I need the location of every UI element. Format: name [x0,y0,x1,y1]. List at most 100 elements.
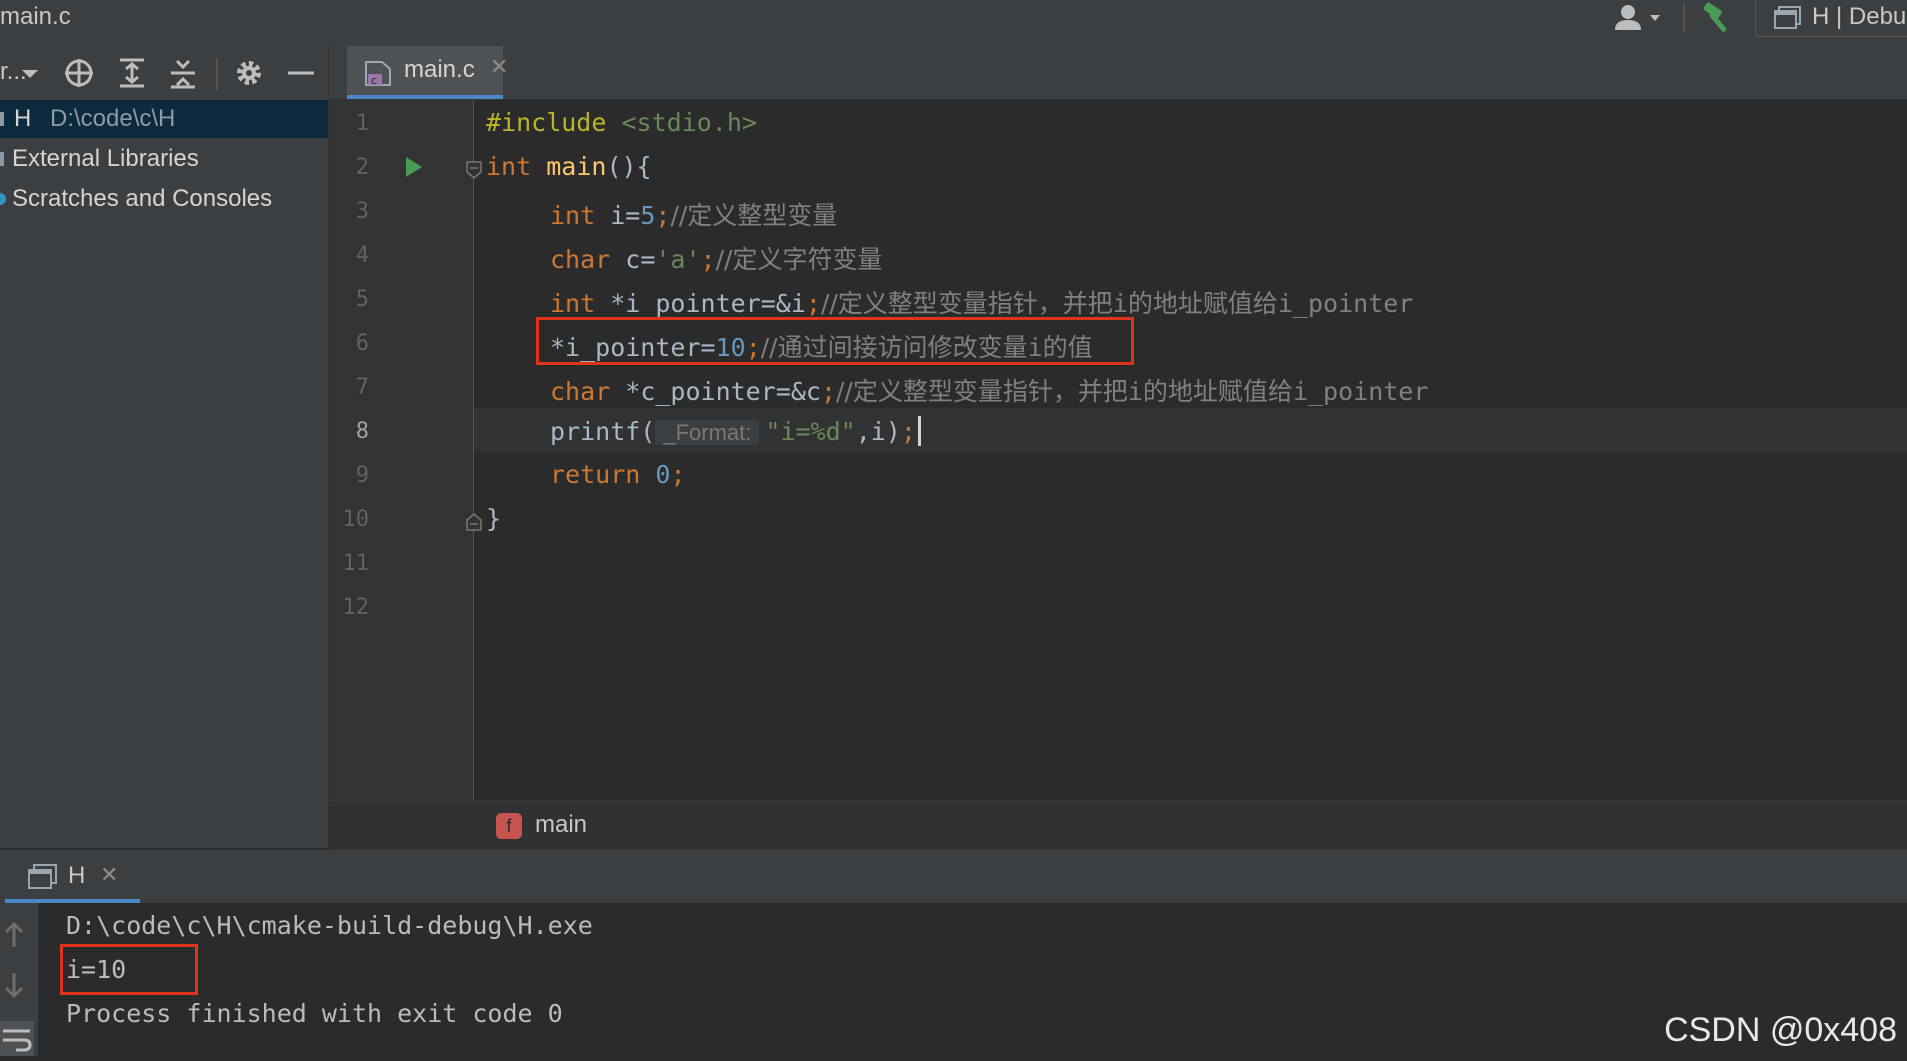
code-line-8: printf(_Format: "i=%d",i); [550,416,921,446]
run-side-toolbar [0,903,38,1056]
console-output[interactable]: D:\code\c\H\cmake-build-debug\H.exe i=10… [38,903,1907,1056]
tree-item-scratches[interactable]: Scratches and Consoles [0,180,328,218]
breadcrumb: f main [329,800,1907,849]
tree-item-external-libraries[interactable]: External Libraries [0,140,328,178]
console-line: D:\code\c\H\cmake-build-debug\H.exe [66,911,593,940]
code-token: ; [670,460,686,489]
code-token: main [546,152,607,181]
run-configuration-label: H | Debu [1812,3,1907,30]
code-token: int [550,289,596,318]
run-panel-header: H ✕ [0,849,1907,903]
hammer-icon [1703,2,1728,33]
fold-marker-icon[interactable] [465,160,483,180]
code-token: 0 [655,460,671,489]
code-token: ; [900,417,916,446]
code-token: printf( [550,417,656,446]
run-gutter-icon[interactable] [404,155,424,179]
expand-all-button[interactable] [115,56,149,90]
toolbar-separator [216,58,218,90]
code-line-1: #include <stdio.h> [486,108,757,137]
gear-icon [237,61,261,85]
code-token: return [550,460,641,489]
user-icon [1615,5,1660,30]
library-icon [0,152,4,166]
collapse-all-button[interactable] [166,56,200,90]
console-line: Process finished with exit code 0 [66,999,563,1028]
tree-item-label: H [14,105,32,132]
parameter-hint: _Format: [655,420,760,445]
code-token: ,i) [855,417,901,446]
code-token: *i_pointer=&i [595,289,806,318]
locate-file-button[interactable] [62,56,96,90]
line-number: 8 [355,419,369,444]
user-menu-button[interactable] [1612,2,1668,32]
line-number: 9 [355,463,369,488]
arrow-up-icon[interactable] [2,921,26,949]
line-number: 1 [355,111,369,136]
tree-item-label: External Libraries [12,145,199,172]
code-line-7: char *c_pointer=&c;//定义整型变量指针，并把i的地址赋值给i… [550,372,1428,408]
code-token: <stdio.h> [621,108,757,137]
run-tab-label: H [68,862,86,889]
fold-guide [473,100,474,800]
code-comment: //定义整型变量指针，并把i的地址赋值给i_pointer [821,289,1413,318]
function-icon: f [496,813,522,839]
soft-wrap-button[interactable] [0,1021,34,1056]
code-line-10: } [486,504,501,533]
console-icon [1774,6,1801,29]
comment-text: 的地址赋值给 [1142,377,1293,406]
fold-end-icon[interactable] [465,512,483,532]
collapse-all-icon [171,59,195,89]
code-editor[interactable]: 1 2 3 4 5 6 7 8 9 10 11 12 #include <std… [329,100,1907,800]
hide-panel-button[interactable] [284,56,318,90]
soft-wrap-icon [3,1029,32,1052]
project-toolbar: r... [0,46,328,100]
minimize-icon [288,71,314,75]
active-tab-indicator [347,95,503,99]
line-number: 10 [342,507,370,532]
c-file-icon: c [365,61,391,87]
code-token: 5 [640,201,656,230]
code-comment: //定义字符变量 [715,245,883,274]
watermark: CSDN @0x408 [1664,1011,1897,1049]
code-comment: //定义整型变量 [670,201,838,230]
code-token: int [550,201,596,230]
line-number: 2 [355,155,369,180]
line-number: 4 [355,243,369,268]
svg-text:c: c [371,74,377,87]
comment-text: 的地址赋值给 [1127,289,1278,318]
line-number: 11 [342,551,370,576]
line-number: 3 [355,199,369,224]
build-button[interactable] [1700,2,1736,34]
code-token: i= [595,201,641,230]
arrow-down-icon[interactable] [2,971,26,999]
code-token: ; [700,245,716,274]
highlight-box [536,317,1134,365]
run-configuration-selector[interactable]: H | Debu [1755,0,1907,37]
tab-label: main.c [404,56,475,83]
code-line-3: int i=5;//定义整型变量 [550,196,837,232]
close-icon[interactable]: ✕ [100,862,118,888]
run-tab-h[interactable]: H ✕ [0,850,140,903]
code-line-9: return 0; [550,460,686,489]
highlight-box [60,944,198,995]
breadcrumb-item-main[interactable]: main [535,811,587,839]
code-token: } [486,504,502,533]
comment-text: //定义整型变量指针，并把 [836,377,1128,406]
code-token: char [550,245,611,274]
tree-item-path: D:\code\c\H [50,105,176,132]
code-line-5: int *i_pointer=&i;//定义整型变量指针，并把i的地址赋值给i_… [550,284,1413,320]
tree-item-label: Scratches and Consoles [12,185,273,212]
chevron-down-icon [22,70,38,78]
line-number: 12 [342,595,370,620]
crosshair-icon [65,59,93,87]
code-token: c= [610,245,656,274]
tree-item-project-h[interactable]: H D:\code\c\H [0,100,328,138]
close-icon[interactable]: ✕ [490,54,508,80]
project-panel: r... H D:\code\c\H External Libraries Sc… [0,46,329,848]
toolbar-separator [1683,4,1685,32]
code-comment: //定义整型变量指针，并把i的地址赋值给i_pointer [836,377,1428,406]
line-number: 7 [355,375,369,400]
settings-button[interactable] [232,56,266,90]
tab-main-c[interactable]: c main.c ✕ [347,46,508,99]
